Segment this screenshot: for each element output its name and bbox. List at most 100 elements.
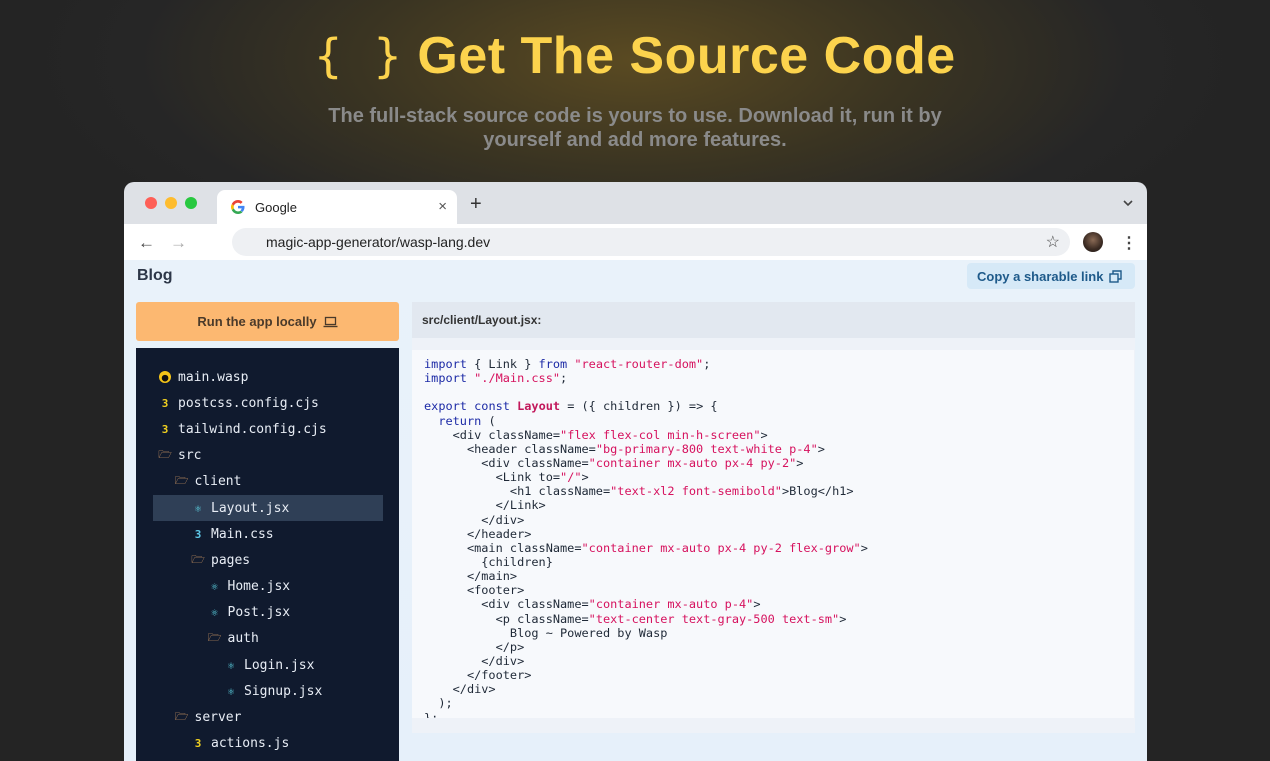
file-tree-label: Layout.jsx	[211, 500, 290, 516]
file-tree-item[interactable]: ⚛ Layout.jsx	[136, 494, 399, 522]
folder-open-icon: 🗁	[174, 474, 189, 488]
code-line: </header>	[424, 527, 1122, 541]
code-line: {children}	[424, 555, 1122, 569]
file-tree-item[interactable]: ⚛ Login.jsx	[136, 652, 399, 678]
file-tree-label: actions.js	[211, 736, 290, 752]
js-icon: 3	[194, 737, 202, 751]
tab-close-icon[interactable]: ×	[438, 198, 447, 215]
file-tree-label: Login.jsx	[244, 657, 315, 673]
code-token: return	[438, 413, 482, 428]
file-tree-label: server	[194, 710, 242, 726]
file-tree-item[interactable]: 3 Main.css	[136, 521, 399, 547]
code-token: { Link }	[466, 357, 539, 371]
code-line: <main className="container mx-auto px-4 …	[424, 541, 1122, 555]
file-tree-item[interactable]: ⚛ Post.jsx	[136, 600, 399, 626]
code-line: );	[424, 696, 1122, 710]
code-token: ;	[703, 357, 711, 371]
file-tree-item[interactable]: 🗁 client	[136, 469, 399, 495]
run-locally-button[interactable]: Run the app locally	[136, 302, 399, 341]
code-token: </header>	[424, 526, 532, 541]
code-braces-icon: { }	[314, 29, 404, 83]
forward-arrow-icon[interactable]: →	[170, 233, 187, 253]
code-token: const	[474, 399, 510, 414]
code-token: <h1 className=	[424, 484, 611, 499]
window-minimize-button[interactable]	[165, 197, 177, 209]
code-token: >	[796, 455, 804, 470]
file-tree-label: main.wasp	[178, 369, 249, 385]
react-icon: ⚛	[211, 580, 218, 594]
code-token: </div>	[424, 512, 525, 527]
code-token: </footer>	[424, 668, 532, 683]
bookmark-star-icon[interactable]: ☆	[1046, 232, 1060, 252]
code-viewer: import { Link } from "react-router-dom";…	[412, 350, 1134, 718]
code-line: </footer>	[424, 668, 1122, 682]
copy-link-button[interactable]: Copy a sharable link	[967, 263, 1135, 289]
code-line: </main>	[424, 569, 1122, 583]
code-line: import { Link } from "react-router-dom";	[424, 357, 1122, 371]
file-tree-item[interactable]: 3 actions.js	[136, 731, 399, 757]
wasp-icon: ●	[159, 371, 171, 384]
file-tree-label: auth	[227, 631, 259, 647]
code-line: </div>	[424, 513, 1122, 527]
file-tree-item[interactable]: ● main.wasp	[136, 364, 399, 390]
code-token: <footer>	[424, 583, 525, 598]
browser-menu-icon[interactable]: ⋮	[1121, 233, 1137, 253]
code-token: = ({ children }) => {	[560, 399, 718, 414]
code-line: <p className="text-center text-gray-500 …	[424, 612, 1122, 626]
hero-title: Get The Source Code	[417, 27, 956, 85]
code-token: };	[424, 710, 439, 718]
code-token: ;	[560, 371, 568, 386]
code-token: >	[839, 611, 847, 626]
code-token: "text-center text-gray-500 text-sm"	[588, 611, 840, 626]
file-tree-item[interactable]: 3 tailwind.config.cjs	[136, 416, 399, 442]
new-tab-button[interactable]: +	[470, 194, 482, 214]
code-token: >Blog</h1>	[781, 484, 854, 499]
code-token: "text-xl2 font-semibold"	[610, 484, 782, 499]
code-line: };	[424, 711, 1122, 718]
back-arrow-icon[interactable]: ←	[138, 233, 155, 253]
folder-open-icon: 🗁	[191, 552, 205, 566]
code-token: "bg-primary-800 text-white p-4"	[595, 441, 818, 456]
file-tree-item[interactable]: 🗁 src	[136, 443, 399, 469]
chevron-down-icon[interactable]	[1123, 198, 1133, 208]
code-line: <footer>	[424, 583, 1122, 597]
address-bar[interactable]: magic-app-generator/wasp-lang.dev ☆	[232, 228, 1070, 256]
file-tree-item[interactable]: ⚛ Home.jsx	[136, 574, 399, 600]
url-text: magic-app-generator/wasp-lang.dev	[266, 234, 491, 250]
folder-open-icon: 🗁	[174, 710, 189, 724]
code-token: <div className=	[424, 455, 589, 470]
code-token: </p>	[424, 639, 525, 654]
file-tree-item[interactable]: 3 postcss.config.cjs	[136, 390, 399, 416]
code-token: </Link>	[424, 498, 546, 513]
window-maximize-button[interactable]	[185, 197, 197, 209]
code-token: <Link to=	[424, 470, 561, 485]
file-tree-label: client	[194, 474, 242, 490]
file-tree-item[interactable]: 🗁 auth	[136, 626, 399, 652]
react-icon: ⚛	[194, 501, 202, 515]
code-panel: import { Link } from "react-router-dom";…	[412, 338, 1135, 733]
file-tree-item[interactable]: ⚛ Signup.jsx	[136, 678, 399, 704]
css-file-icon: 3	[194, 527, 202, 541]
browser-tab[interactable]: Google ×	[217, 190, 457, 224]
code-token: Blog ~ Powered by Wasp	[424, 625, 668, 640]
code-line: <div className="container mx-auto p-4">	[424, 597, 1122, 611]
file-tree-label: Post.jsx	[227, 605, 291, 621]
file-tree-label: Signup.jsx	[244, 683, 323, 699]
google-icon	[231, 200, 245, 214]
file-tree-item[interactable]: 🗁 server	[136, 704, 399, 730]
code-token: import	[424, 371, 467, 386]
css-icon: 3	[161, 422, 169, 436]
code-token: <p className=	[424, 611, 589, 626]
code-token: "container mx-auto px-4 py-2 flex-grow"	[581, 540, 861, 555]
code-line: </Link>	[424, 498, 1122, 512]
code-token: >	[860, 540, 868, 555]
code-token: "react-router-dom"	[574, 357, 704, 371]
code-line: </div>	[424, 654, 1122, 668]
code-line: </div>	[424, 682, 1122, 696]
browser-window: Google × + ← → magic-app-generator/wasp-…	[124, 182, 1147, 761]
window-close-button[interactable]	[145, 197, 157, 209]
code-token: <div className=	[424, 597, 589, 612]
file-tree-item[interactable]: 🗁 pages	[136, 547, 399, 573]
profile-avatar[interactable]	[1083, 232, 1103, 252]
